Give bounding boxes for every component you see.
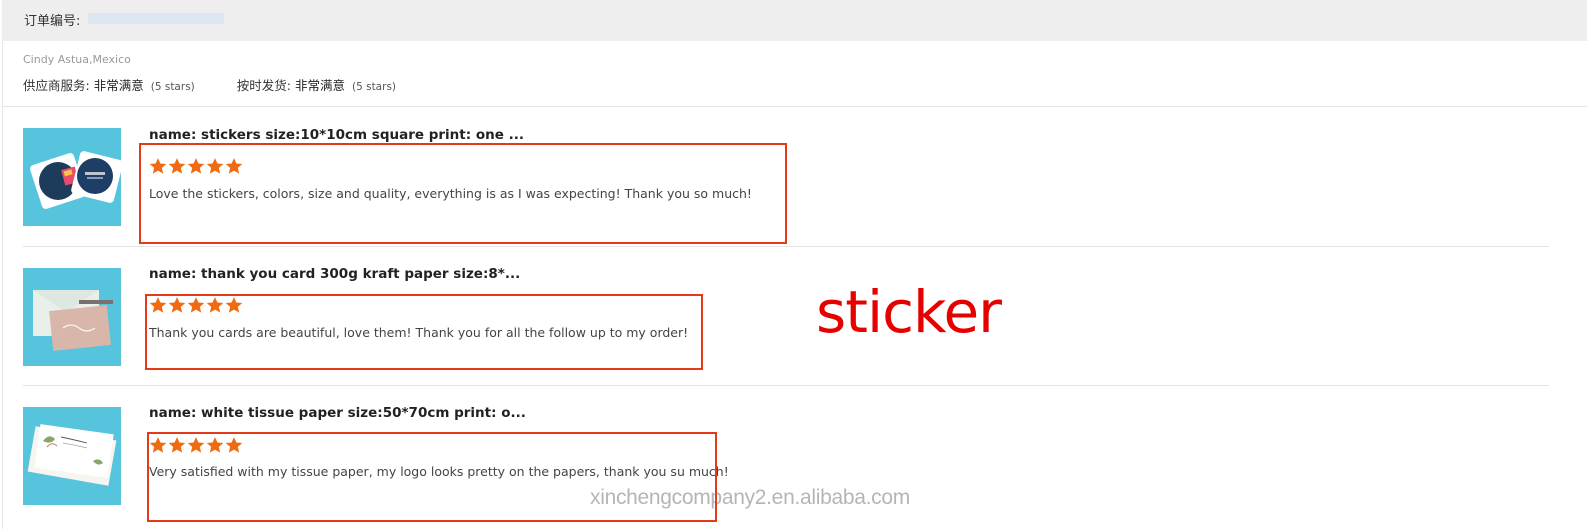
section-divider: [2, 106, 1587, 107]
highlight-box: [145, 294, 703, 370]
supplier-service-label: 供应商服务:: [23, 78, 90, 93]
order-number-redacted: [88, 13, 224, 24]
buyer-name: Cindy Astua,Mexico: [23, 53, 131, 66]
supplier-service-value: 非常满意: [93, 78, 144, 93]
product-thumbnail-tissue-paper[interactable]: [23, 407, 121, 505]
product-name[interactable]: name: stickers size:10*10cm square print…: [149, 127, 524, 143]
watermark: xinchengcompany2.en.alibaba.com: [590, 486, 910, 509]
product-thumbnail-thank-you-card[interactable]: [23, 268, 121, 366]
on-time-delivery-label: 按时发货:: [236, 78, 291, 93]
product-name[interactable]: name: white tissue paper size:50*70cm pr…: [149, 405, 526, 421]
product-thumbnail-stickers[interactable]: [23, 128, 121, 226]
left-border-line: [2, 0, 3, 529]
order-header-bar: 订单编号:: [2, 0, 1587, 41]
supplier-service-stars-note: (5 stars): [150, 81, 195, 93]
overlay-annotation-text: sticker: [816, 278, 1002, 346]
product-name[interactable]: name: thank you card 300g kraft paper si…: [149, 266, 520, 282]
review-divider: [23, 385, 1549, 386]
review-divider: [23, 246, 1549, 247]
seller-ratings: 供应商服务: 非常满意 (5 stars) 按时发货: 非常满意 (5 stars): [23, 75, 396, 94]
highlight-box: [139, 143, 787, 244]
on-time-delivery-value: 非常满意: [294, 78, 345, 93]
order-number-label: 订单编号:: [24, 14, 81, 29]
on-time-delivery-stars-note: (5 stars): [351, 81, 397, 93]
